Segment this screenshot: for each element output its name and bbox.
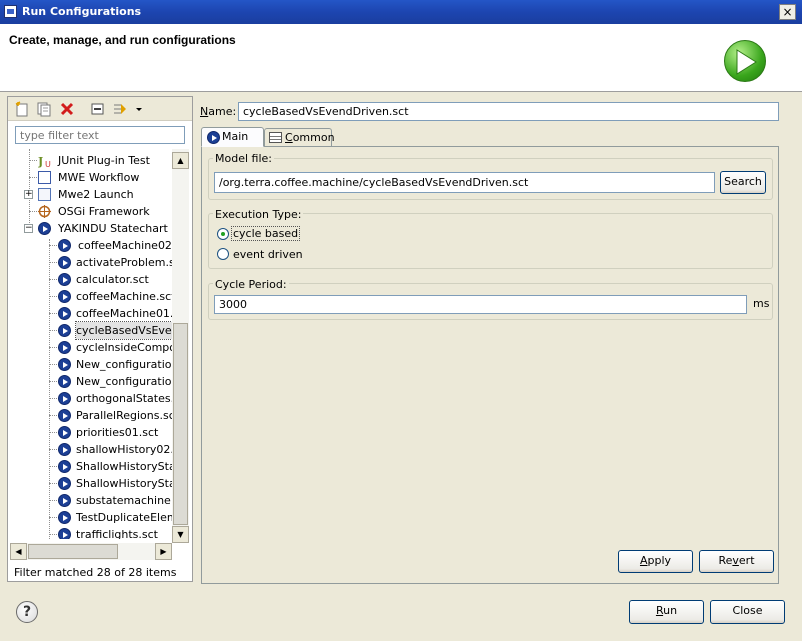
- tree-item-label: cycleInsideComposi: [76, 341, 172, 354]
- config-icon: [58, 324, 71, 337]
- svg-text:J: J: [38, 155, 43, 168]
- vertical-scroll-thumb[interactable]: [173, 323, 188, 525]
- junit-icon: JU: [37, 154, 51, 169]
- tree-item-label: Mwe2 Launch: [58, 188, 134, 201]
- tree-item-label: ShallowHistoryState: [76, 477, 172, 490]
- config-icon: [58, 239, 71, 252]
- configuration-tree: JU JUnit Plug-in Test MWE Workflow + Mwe…: [8, 149, 172, 539]
- config-icon: [58, 477, 71, 490]
- config-icon: [58, 307, 71, 320]
- delete-icon[interactable]: [59, 101, 75, 117]
- config-icon: [58, 511, 71, 524]
- config-icon: [58, 375, 71, 388]
- tree-item-label: coffeeMachine01.sc: [76, 307, 172, 320]
- model-file-input[interactable]: [214, 172, 715, 193]
- close-button[interactable]: Close: [710, 600, 785, 624]
- config-icon: [58, 392, 71, 405]
- tree-item-label: priorities01.sct: [76, 426, 159, 439]
- event-driven-label[interactable]: event driven: [233, 248, 303, 261]
- name-input[interactable]: [238, 102, 779, 121]
- expand-icon[interactable]: +: [24, 190, 33, 199]
- osgi-icon: [38, 205, 51, 218]
- tree-item-label: JUnit Plug-in Test: [58, 154, 150, 167]
- tree-item-label: activateProblem.sct: [76, 256, 172, 269]
- run-button[interactable]: Run: [629, 600, 704, 624]
- search-button[interactable]: Search: [720, 171, 766, 194]
- tree-item-label: orthogonalStates.sc: [76, 392, 172, 405]
- scroll-up-icon[interactable]: ▲: [172, 152, 189, 169]
- apply-button[interactable]: Apply: [618, 550, 693, 573]
- tree-item-label: ShallowHistoryState: [76, 460, 172, 473]
- scroll-down-icon[interactable]: ▼: [172, 526, 189, 543]
- config-icon: [58, 256, 71, 269]
- tab-content-main: Model file: Search Execution Type: cycle…: [201, 146, 779, 584]
- filter-icon[interactable]: [112, 101, 128, 117]
- left-toolbar: [8, 97, 192, 121]
- tree-item-label: trafficlights.sct: [76, 528, 158, 539]
- name-label: Name:: [200, 105, 237, 118]
- config-icon: [58, 409, 71, 422]
- cycle-period-input[interactable]: [214, 295, 747, 314]
- filter-status: Filter matched 28 of 28 items: [14, 566, 177, 579]
- mwe2-icon: [38, 188, 51, 201]
- config-icon: [58, 528, 71, 539]
- scroll-left-icon[interactable]: ◀: [10, 543, 27, 560]
- tab-common[interactable]: Common: [264, 128, 335, 147]
- tree-item-label: YAKINDU Statechart: [58, 222, 168, 235]
- new-configuration-icon[interactable]: [14, 101, 30, 117]
- cycle-period-unit: ms: [753, 297, 770, 310]
- cycle-period-label: Cycle Period:: [213, 278, 289, 291]
- configuration-list-panel: JU JUnit Plug-in Test MWE Workflow + Mwe…: [7, 96, 193, 582]
- collapse-all-icon[interactable]: [90, 101, 106, 117]
- cycle-based-radio[interactable]: [217, 228, 229, 240]
- config-icon: [58, 494, 71, 507]
- tree-item-label: coffeeMachine02.s: [78, 239, 172, 252]
- tree-item-label: calculator.sct: [76, 273, 149, 286]
- config-icon: [58, 460, 71, 473]
- collapse-icon[interactable]: −: [24, 224, 33, 233]
- tree-item-label: TestDuplicateEleme: [76, 511, 172, 524]
- chevron-down-icon[interactable]: [134, 101, 144, 117]
- scroll-right-icon[interactable]: ▶: [155, 543, 172, 560]
- common-tab-icon: [269, 132, 282, 143]
- tab-main[interactable]: Main: [201, 127, 264, 147]
- config-icon: [58, 443, 71, 456]
- help-icon[interactable]: ?: [16, 601, 38, 623]
- config-icon: [58, 273, 71, 286]
- config-icon: [58, 290, 71, 303]
- tree-item-label: cycleBasedVsEvend: [75, 321, 172, 340]
- title-bar: Run Configurations ×: [0, 0, 802, 24]
- execution-type-label: Execution Type:: [213, 208, 304, 221]
- statechart-icon: [38, 222, 51, 235]
- duplicate-icon[interactable]: [36, 101, 52, 117]
- close-window-button[interactable]: ×: [779, 4, 796, 20]
- app-icon: [4, 5, 17, 18]
- window-title: Run Configurations: [22, 5, 142, 18]
- revert-button[interactable]: Revert: [699, 550, 774, 573]
- tree-item-label: New_configuration: [76, 358, 172, 371]
- event-driven-radio[interactable]: [217, 248, 229, 260]
- svg-text:U: U: [45, 160, 51, 168]
- tree-item-label: OSGi Framework: [58, 205, 150, 218]
- mwe-icon: [38, 171, 51, 184]
- config-icon: [58, 341, 71, 354]
- tree-item-label: coffeeMachine.sct: [76, 290, 172, 303]
- filter-input[interactable]: [15, 126, 185, 144]
- main-tab-icon: [207, 131, 220, 144]
- tree-item-label: ParallelRegions.sct: [76, 409, 172, 422]
- tree-item-label: shallowHistory02.sc: [76, 443, 172, 456]
- dialog-header: Create, manage, and run configurations: [0, 24, 802, 92]
- run-icon: [724, 40, 766, 82]
- horizontal-scroll-thumb[interactable]: [28, 544, 118, 559]
- header-title: Create, manage, and run configurations: [9, 33, 236, 47]
- config-icon: [58, 426, 71, 439]
- tree-item-label: substatemachine.sc: [76, 494, 172, 507]
- config-icon: [58, 358, 71, 371]
- tree-item-label: New_configuration: [76, 375, 172, 388]
- tree-item-label: MWE Workflow: [58, 171, 140, 184]
- cycle-based-label[interactable]: cycle based: [230, 226, 301, 241]
- model-file-label: Model file:: [213, 152, 274, 165]
